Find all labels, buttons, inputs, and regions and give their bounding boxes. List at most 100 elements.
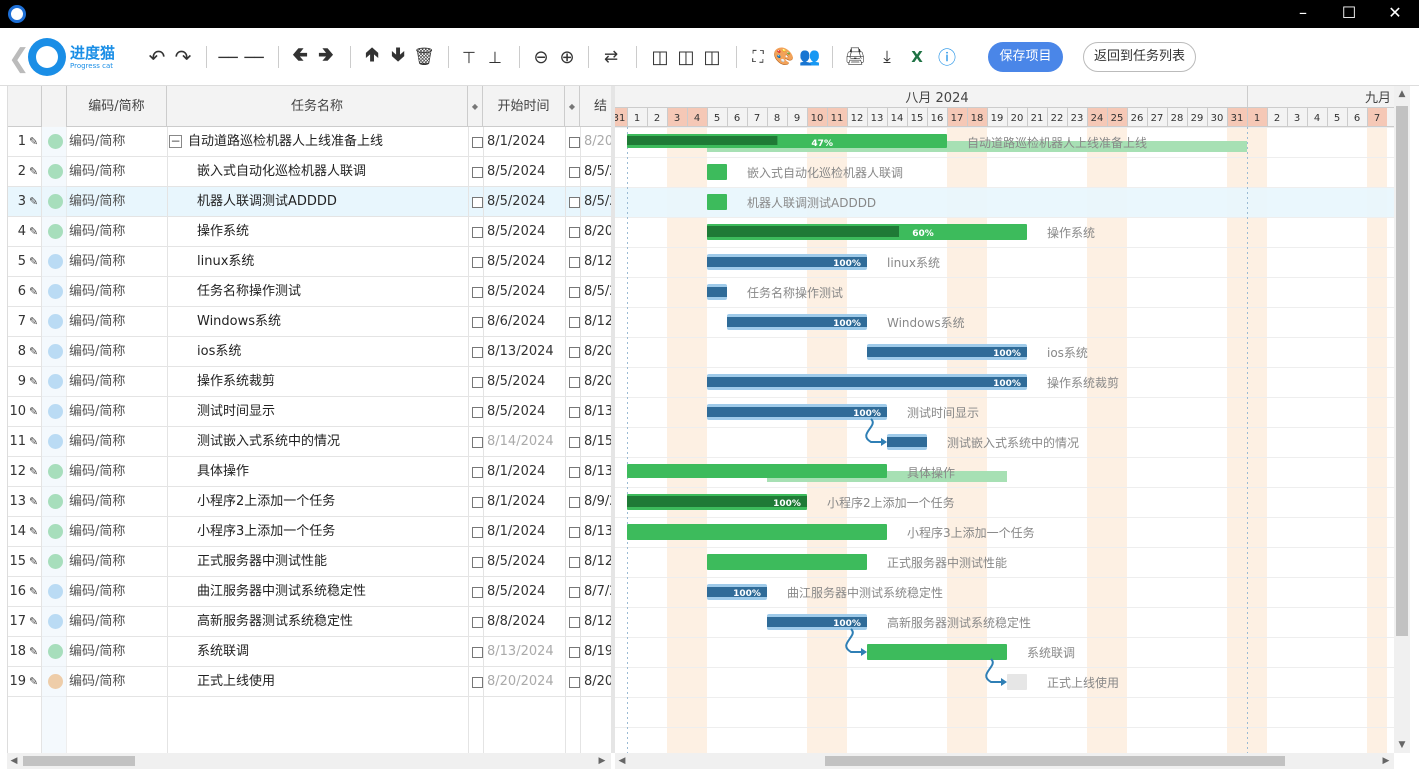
row-start-date[interactable]: 8/5/2024 [487, 547, 565, 577]
expand-all-icon[interactable]: ⊤ [457, 42, 481, 72]
scroll-down-icon[interactable]: ▼ [1395, 737, 1409, 753]
row-end-date[interactable]: 8/9/2 [584, 487, 611, 517]
excel-icon[interactable]: X [904, 42, 930, 72]
end-checkbox[interactable] [569, 317, 580, 328]
save-project-button[interactable]: 保存项目 [988, 42, 1063, 72]
download-icon[interactable]: ⤓ [874, 42, 900, 72]
row-start-date[interactable]: 8/1/2024 [487, 457, 565, 487]
chart-scroll-left-icon[interactable]: ◀ [615, 753, 629, 769]
row-end-date[interactable]: 8/13 [584, 457, 611, 487]
header-task-name[interactable]: 任务名称 [167, 86, 468, 127]
row-code[interactable]: 编码/简称 [69, 397, 165, 427]
table-row[interactable]: 15 ✎ 编码/简称 正式服务器中测试性能 8/5/2024 8/12 [8, 547, 611, 577]
row-end-date[interactable]: 8/5/2 [584, 187, 611, 217]
table-row[interactable]: 14 ✎ 编码/简称 小程序3上添加一个任务 8/1/2024 8/13 [8, 517, 611, 547]
collapse-toggle-icon[interactable]: − [169, 135, 182, 148]
fullscreen-icon[interactable]: ⛶ [746, 42, 770, 72]
end-checkbox[interactable] [569, 137, 580, 148]
row-start-date[interactable]: 8/13/2024 [487, 337, 565, 367]
row-task-name[interactable]: linux系统 [197, 247, 463, 277]
edit-pencil-icon[interactable]: ✎ [29, 427, 41, 457]
vertical-scrollbar[interactable]: ▲ ▼ [1394, 86, 1410, 753]
row-start-date[interactable]: 8/1/2024 [487, 517, 565, 547]
scroll-right-icon[interactable]: ▶ [595, 753, 609, 769]
layout-right-icon[interactable]: ◫ [700, 42, 724, 72]
row-code[interactable]: 编码/简称 [69, 367, 165, 397]
layout-split-icon[interactable]: ◫ [674, 42, 698, 72]
row-end-date[interactable]: 8/19 [584, 637, 611, 667]
table-row[interactable]: 1 ✎ 编码/简称 − 自动道路巡检机器人上线准备上线 8/1/2024 8/20 [8, 127, 611, 157]
header-start-date[interactable]: 开始时间 [483, 86, 565, 127]
end-checkbox[interactable] [569, 197, 580, 208]
row-start-date[interactable]: 8/5/2024 [487, 577, 565, 607]
row-start-date[interactable]: 8/5/2024 [487, 157, 565, 187]
arrow-right-icon[interactable]: 🢂 [314, 42, 338, 72]
row-start-date[interactable]: 8/5/2024 [487, 217, 565, 247]
start-checkbox[interactable] [472, 287, 483, 298]
edit-pencil-icon[interactable]: ✎ [29, 187, 41, 217]
end-checkbox[interactable] [569, 377, 580, 388]
zoom-out-icon[interactable]: ⊖ [529, 42, 553, 72]
minimize-button[interactable]: – [1280, 0, 1326, 28]
edit-pencil-icon[interactable]: ✎ [29, 607, 41, 637]
table-row[interactable]: 13✎ 编码/简称 小程序2上添加一个任务 8/1/2024 8/9/2 [8, 487, 611, 517]
row-code[interactable]: 编码/简称 [69, 457, 165, 487]
undo-icon[interactable]: ↶ [144, 42, 170, 72]
chart-scroll-right-icon[interactable]: ▶ [1379, 753, 1393, 769]
start-checkbox[interactable] [472, 677, 483, 688]
scroll-up-icon[interactable]: ▲ [1395, 86, 1409, 102]
row-end-date[interactable]: 8/20 [584, 667, 611, 697]
table-row[interactable]: 10 ✎ 编码/简称 测试时间显示 8/5/2024 8/13 [8, 397, 611, 427]
indent-icon[interactable]: ── [241, 42, 267, 72]
start-checkbox[interactable] [472, 617, 483, 628]
edit-pencil-icon[interactable]: ✎ [29, 277, 41, 307]
end-checkbox[interactable] [569, 557, 580, 568]
row-task-name[interactable]: 嵌入式自动化巡检机器人联调 [197, 157, 463, 187]
row-code[interactable]: 编码/简称 [69, 217, 165, 247]
start-checkbox[interactable] [472, 467, 483, 478]
end-checkbox[interactable] [569, 467, 580, 478]
table-row[interactable]: 3✎ 编码/简称 机器人联调测试ADDDD 8/5/2024 8/5/2 [8, 187, 611, 217]
edit-pencil-icon[interactable]: ✎ [29, 127, 41, 157]
row-start-date[interactable]: 8/13/2024 [487, 637, 565, 667]
row-start-date[interactable]: 8/14/2024 [487, 427, 565, 457]
edit-pencil-icon[interactable]: ✎ [29, 667, 41, 697]
row-code[interactable]: 编码/简称 [69, 247, 165, 277]
logo[interactable]: ❮ 进度猫 Progress cat [8, 36, 118, 80]
row-start-date[interactable]: 8/8/2024 [487, 607, 565, 637]
row-end-date[interactable]: 8/15 [584, 427, 611, 457]
header-end-date[interactable]: 结 [580, 86, 611, 127]
row-start-date[interactable]: 8/5/2024 [487, 277, 565, 307]
row-start-date[interactable]: 8/6/2024 [487, 307, 565, 337]
table-row[interactable]: 7 ✎ 编码/简称 Windows系统 8/6/2024 8/12 [8, 307, 611, 337]
row-end-date[interactable]: 8/12 [584, 607, 611, 637]
start-checkbox[interactable] [472, 557, 483, 568]
edit-pencil-icon[interactable]: ✎ [29, 367, 41, 397]
table-row[interactable]: 17 ✎ 编码/简称 高新服务器测试系统稳定性 8/8/2024 8/12 [8, 607, 611, 637]
row-end-date[interactable]: 8/12 [584, 247, 611, 277]
row-code[interactable]: 编码/简称 [69, 517, 165, 547]
maximize-button[interactable]: ☐ [1326, 0, 1372, 28]
table-row[interactable]: 6✎ 编码/简称 任务名称操作测试 8/5/2024 8/5/2 [8, 277, 611, 307]
collapse-all-icon[interactable]: ⊥ [483, 42, 507, 72]
end-checkbox[interactable] [569, 287, 580, 298]
table-row[interactable]: 2✎ 编码/简称 嵌入式自动化巡检机器人联调 8/5/2024 8/5/2 [8, 157, 611, 187]
row-code[interactable]: 编码/简称 [69, 547, 165, 577]
row-start-date[interactable]: 8/5/2024 [487, 367, 565, 397]
edit-pencil-icon[interactable]: ✎ [29, 247, 41, 277]
row-code[interactable]: 编码/简称 [69, 157, 165, 187]
start-checkbox[interactable] [472, 347, 483, 358]
row-code[interactable]: 编码/简称 [69, 667, 165, 697]
edit-pencil-icon[interactable]: ✎ [29, 457, 41, 487]
table-row[interactable]: 8 ✎ 编码/简称 ios系统 8/13/2024 8/20 [8, 337, 611, 367]
row-code[interactable]: 编码/简称 [69, 187, 165, 217]
edit-pencil-icon[interactable]: ✎ [29, 217, 41, 247]
row-code[interactable]: 编码/简称 [69, 487, 165, 517]
edit-pencil-icon[interactable]: ✎ [29, 577, 41, 607]
table-row[interactable]: 4 ✎ 编码/简称 操作系统 8/5/2024 8/20 [8, 217, 611, 247]
zoom-in-icon[interactable]: ⊕ [555, 42, 579, 72]
row-end-date[interactable]: 8/20 [584, 127, 611, 157]
edit-pencil-icon[interactable]: ✎ [29, 157, 41, 187]
start-checkbox[interactable] [472, 257, 483, 268]
layout-left-icon[interactable]: ◫ [648, 42, 672, 72]
